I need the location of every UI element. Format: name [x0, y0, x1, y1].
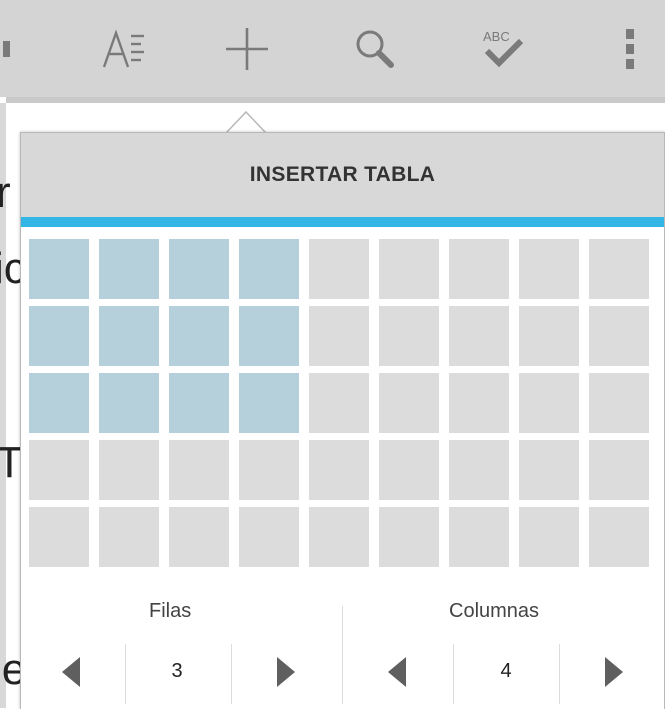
format-text-icon[interactable] — [88, 0, 158, 97]
grid-cell[interactable] — [519, 440, 579, 500]
dialog-title: INSERTAR TABLA — [249, 163, 436, 186]
separator — [559, 644, 560, 704]
grid-cell[interactable] — [29, 306, 89, 366]
grid-cell[interactable] — [29, 440, 89, 500]
dialog-header: INSERTAR TABLA — [21, 133, 664, 217]
header-accent-bar — [21, 217, 664, 227]
grid-cell[interactable] — [99, 440, 159, 500]
grid-cell[interactable] — [379, 507, 439, 567]
grid-cell[interactable] — [449, 239, 509, 299]
grid-cell[interactable] — [169, 373, 229, 433]
grid-cell[interactable] — [379, 306, 439, 366]
insert-table-dialog: INSERTAR TABLA Filas Columnas 3 4 — [20, 132, 665, 709]
grid-cell[interactable] — [379, 373, 439, 433]
grid-cell[interactable] — [99, 373, 159, 433]
grid-cell[interactable] — [449, 306, 509, 366]
grid-cell[interactable] — [99, 239, 159, 299]
triangle-left-icon — [62, 657, 80, 687]
insert-icon[interactable] — [212, 0, 282, 97]
grid-cell[interactable] — [519, 306, 579, 366]
grid-cell[interactable] — [309, 440, 369, 500]
columns-decrement-button[interactable] — [377, 650, 417, 694]
grid-cell[interactable] — [169, 440, 229, 500]
table-size-controls: Filas Columnas 3 4 — [21, 578, 664, 709]
spellcheck-label: ABC — [483, 29, 510, 44]
grid-cell[interactable] — [309, 507, 369, 567]
grid-cell[interactable] — [589, 306, 649, 366]
grid-cell[interactable] — [589, 373, 649, 433]
triangle-right-icon — [277, 657, 295, 687]
grid-cell[interactable] — [519, 373, 579, 433]
overflow-menu-icon[interactable] — [610, 0, 650, 97]
grid-cell[interactable] — [449, 373, 509, 433]
grid-cell[interactable] — [309, 306, 369, 366]
grid-cell[interactable] — [239, 507, 299, 567]
rows-value: 3 — [171, 660, 183, 682]
table-size-grid[interactable] — [29, 239, 649, 567]
grid-cell[interactable] — [589, 507, 649, 567]
grid-cell[interactable] — [29, 239, 89, 299]
grid-cell[interactable] — [449, 507, 509, 567]
grid-cell[interactable] — [29, 507, 89, 567]
spellcheck-icon[interactable]: ABC — [468, 0, 538, 97]
grid-cell[interactable] — [169, 507, 229, 567]
separator — [125, 644, 126, 704]
document-text-fragment: r — [0, 168, 11, 217]
separator — [453, 644, 454, 704]
rows-label: Filas — [149, 600, 192, 622]
separator — [231, 644, 232, 704]
controls-divider — [342, 606, 343, 704]
grid-cell[interactable] — [239, 440, 299, 500]
triangle-right-icon — [605, 657, 623, 687]
grid-cell[interactable] — [239, 306, 299, 366]
grid-cell[interactable] — [99, 306, 159, 366]
grid-cell[interactable] — [169, 239, 229, 299]
grid-cell[interactable] — [519, 507, 579, 567]
columns-label: Columnas — [449, 600, 540, 622]
grid-cell[interactable] — [519, 239, 579, 299]
grid-cell[interactable] — [239, 239, 299, 299]
action-bar: ABC — [0, 0, 665, 97]
grid-cell[interactable] — [589, 239, 649, 299]
columns-value: 4 — [500, 660, 512, 682]
rows-increment-button[interactable] — [266, 650, 306, 694]
grid-cell[interactable] — [29, 373, 89, 433]
columns-increment-button[interactable] — [594, 650, 634, 694]
grid-cell[interactable] — [239, 373, 299, 433]
popup-pointer — [226, 110, 266, 134]
grid-cell[interactable] — [99, 507, 159, 567]
grid-cell[interactable] — [169, 306, 229, 366]
grid-cell[interactable] — [379, 239, 439, 299]
grid-cell[interactable] — [379, 440, 439, 500]
triangle-left-icon — [388, 657, 406, 687]
search-icon[interactable] — [340, 0, 410, 97]
partial-left-icon[interactable] — [0, 0, 16, 97]
grid-cell[interactable] — [449, 440, 509, 500]
grid-cell[interactable] — [309, 239, 369, 299]
rows-decrement-button[interactable] — [51, 650, 91, 694]
grid-cell[interactable] — [589, 440, 649, 500]
grid-cell[interactable] — [309, 373, 369, 433]
